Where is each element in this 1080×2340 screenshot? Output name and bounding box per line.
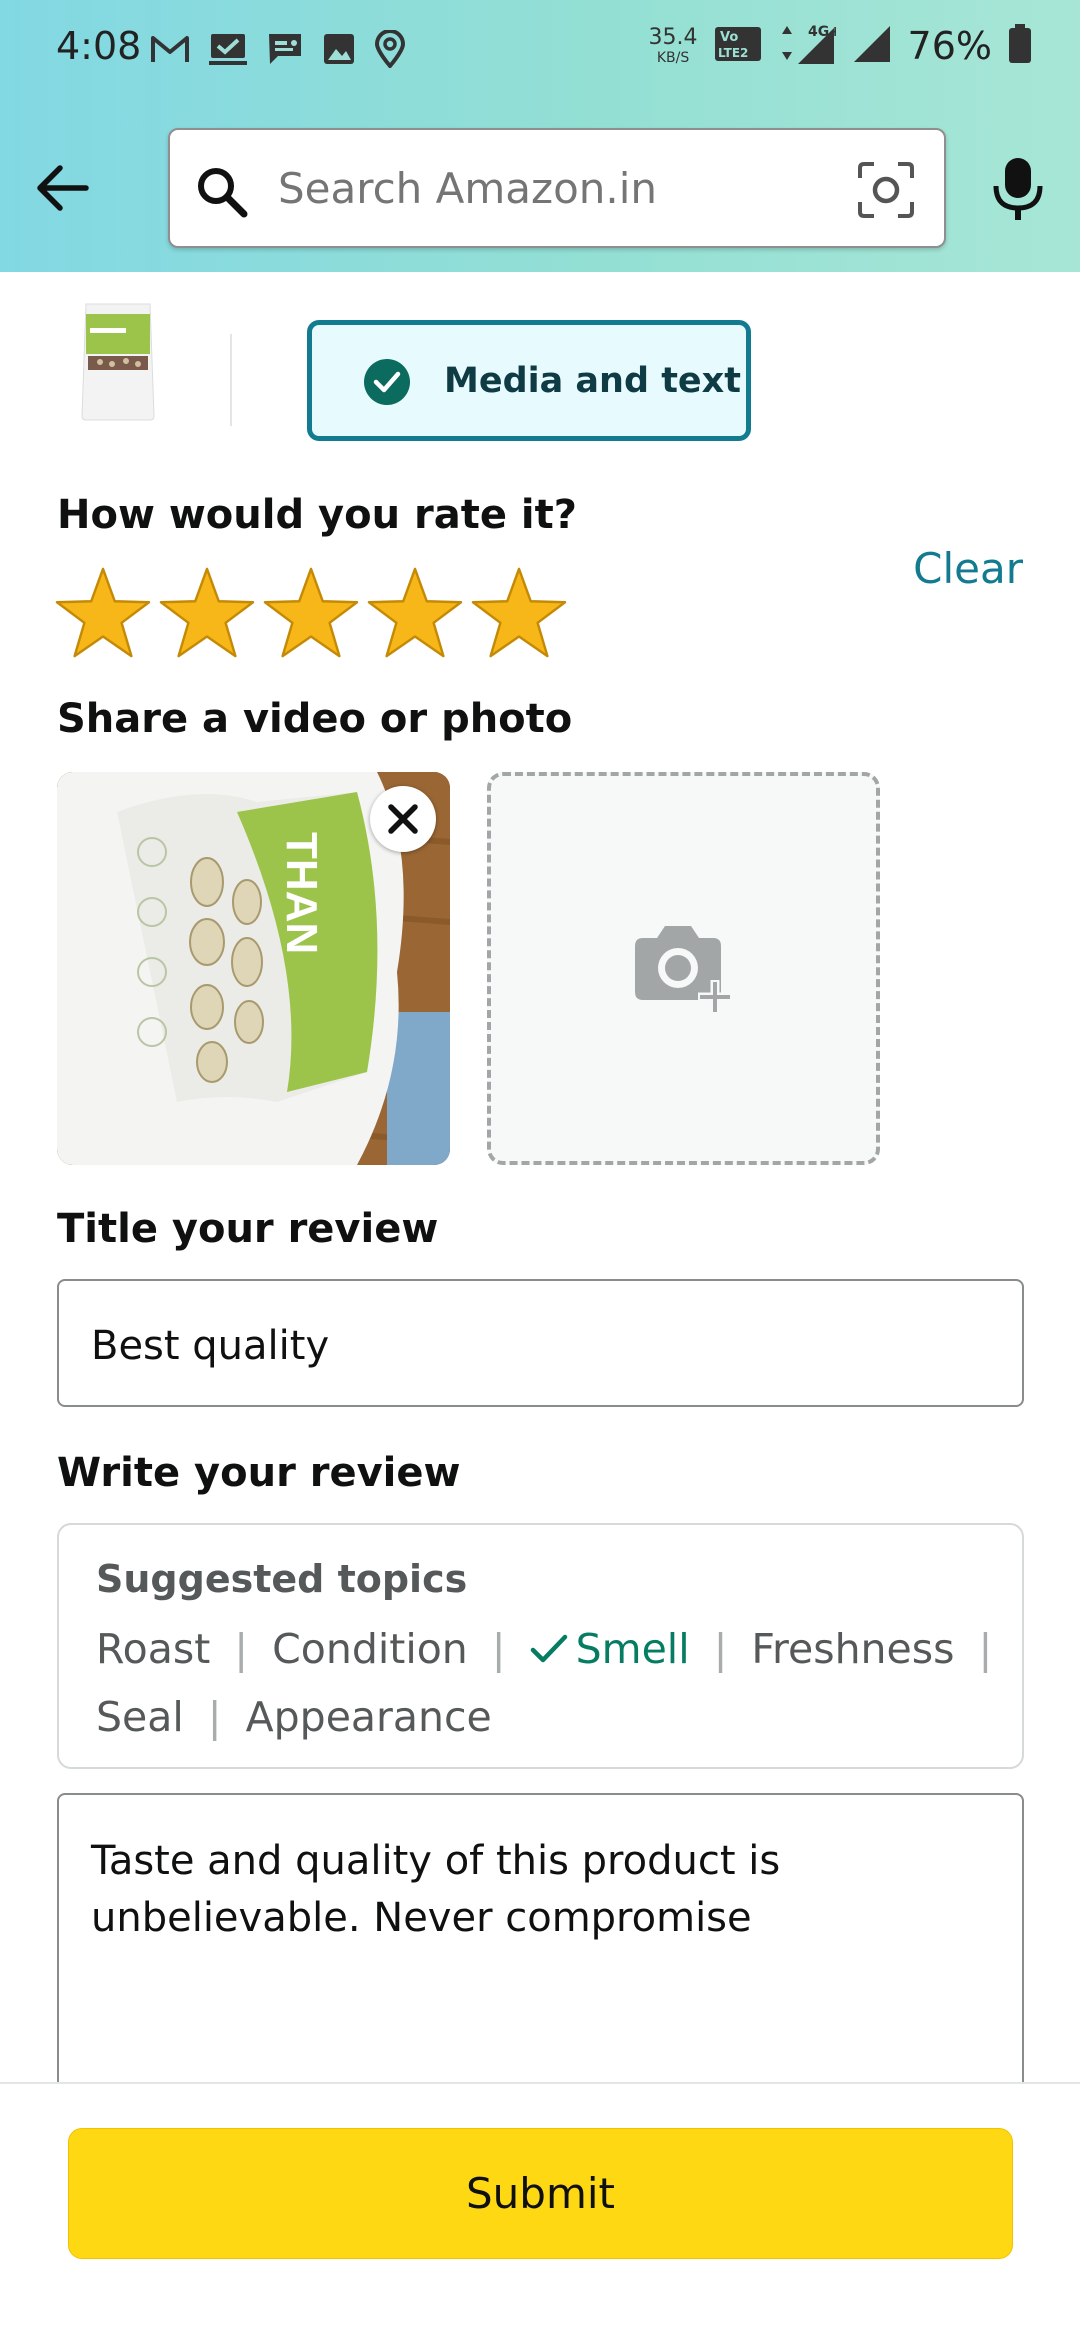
tasks-icon xyxy=(208,31,248,71)
remove-photo-button[interactable] xyxy=(370,786,436,852)
svg-text:4G+: 4G+ xyxy=(808,24,836,40)
review-text-input[interactable]: Taste and quality of this product is unb… xyxy=(57,1793,1024,2093)
add-photo-camera-icon xyxy=(635,926,732,1014)
topics-row-2: Seal | Appearance xyxy=(96,1693,492,1741)
media-and-text-option[interactable]: Media and text xyxy=(307,320,751,441)
suggested-topics-panel: Suggested topics Roast | Condition | Sme… xyxy=(57,1523,1024,1769)
close-icon xyxy=(388,804,418,834)
topic-separator: | xyxy=(713,1625,728,1673)
location-icon xyxy=(374,29,406,72)
star-rating xyxy=(54,566,568,660)
topic-separator: | xyxy=(207,1693,222,1741)
topics-row-1: Roast | Condition | Smell | Freshness | xyxy=(96,1625,1016,1673)
back-arrow-icon xyxy=(37,165,89,211)
review-text-value: Taste and quality of this product is unb… xyxy=(91,1838,781,1941)
review-title-value: Best quality xyxy=(91,1323,330,1369)
microphone-icon[interactable] xyxy=(990,156,1046,224)
gallery-icon xyxy=(322,32,356,70)
product-thumbnail xyxy=(80,302,156,422)
svg-text:LTE2: LTE2 xyxy=(718,46,748,60)
mode-label: Media and text xyxy=(444,361,741,401)
review-title-input[interactable]: Best quality xyxy=(57,1279,1024,1407)
battery-icon xyxy=(1008,24,1032,68)
topic-separator: | xyxy=(491,1625,506,1673)
topic-appearance[interactable]: Appearance xyxy=(246,1693,492,1741)
topic-seal[interactable]: Seal xyxy=(96,1693,184,1741)
write-review-heading: Write your review xyxy=(57,1450,461,1496)
system-status: 35.4 KB/S Vo LTE2 4G+ 76% xyxy=(649,22,1032,70)
topic-roast[interactable]: Roast xyxy=(96,1625,210,1673)
app-header: 4:08 35.4 KB/S Vo LTE2 4G+ 76% Search Am… xyxy=(0,0,1080,272)
battery-percent: 76% xyxy=(907,24,992,68)
thumbnail-divider xyxy=(230,334,232,426)
rating-heading: How would you rate it? xyxy=(57,492,577,538)
review-title-heading: Title your review xyxy=(57,1206,439,1252)
topic-separator: | xyxy=(978,1625,993,1673)
topic-separator: | xyxy=(234,1625,249,1673)
chat-icon xyxy=(266,31,304,71)
net-speed-unit: KB/S xyxy=(656,50,690,66)
share-media-heading: Share a video or photo xyxy=(57,696,573,742)
add-media-button[interactable] xyxy=(487,772,880,1165)
svg-text:Vo: Vo xyxy=(720,30,738,45)
topic-smell-label: Smell xyxy=(575,1625,690,1673)
topic-smell[interactable]: Smell xyxy=(530,1625,690,1673)
star-5-icon[interactable] xyxy=(470,566,568,660)
star-1-icon[interactable] xyxy=(54,566,152,660)
back-button[interactable] xyxy=(32,158,92,218)
topic-condition[interactable]: Condition xyxy=(272,1625,468,1673)
search-icon xyxy=(198,168,248,218)
footer-bar: Submit xyxy=(0,2082,1080,2340)
svg-text:THAN: THAN xyxy=(277,832,326,954)
gmail-icon xyxy=(150,33,190,69)
volte-icon: Vo LTE2 xyxy=(714,26,762,66)
submit-button[interactable]: Submit xyxy=(68,2128,1013,2259)
star-3-icon[interactable] xyxy=(262,566,360,660)
net-speed-value: 35.4 xyxy=(648,25,698,50)
notification-icons xyxy=(150,29,406,72)
camera-search-icon[interactable] xyxy=(856,160,916,220)
star-2-icon[interactable] xyxy=(158,566,256,660)
signal-4g-icon: 4G+ xyxy=(778,22,841,70)
network-speed: 35.4 KB/S xyxy=(648,25,698,66)
search-placeholder: Search Amazon.in xyxy=(278,164,658,213)
status-bar: 4:08 35.4 KB/S Vo LTE2 4G+ 76% xyxy=(0,0,1080,100)
search-input[interactable]: Search Amazon.in xyxy=(168,128,946,248)
clear-rating-link[interactable]: Clear xyxy=(913,544,1023,593)
suggested-topics-title: Suggested topics xyxy=(96,1557,468,1601)
check-circle-icon xyxy=(364,359,410,405)
checkmark-icon xyxy=(530,1634,567,1663)
topic-freshness[interactable]: Freshness xyxy=(751,1625,954,1673)
status-time: 4:08 xyxy=(56,24,142,68)
signal-icon xyxy=(852,24,892,68)
star-4-icon[interactable] xyxy=(366,566,464,660)
